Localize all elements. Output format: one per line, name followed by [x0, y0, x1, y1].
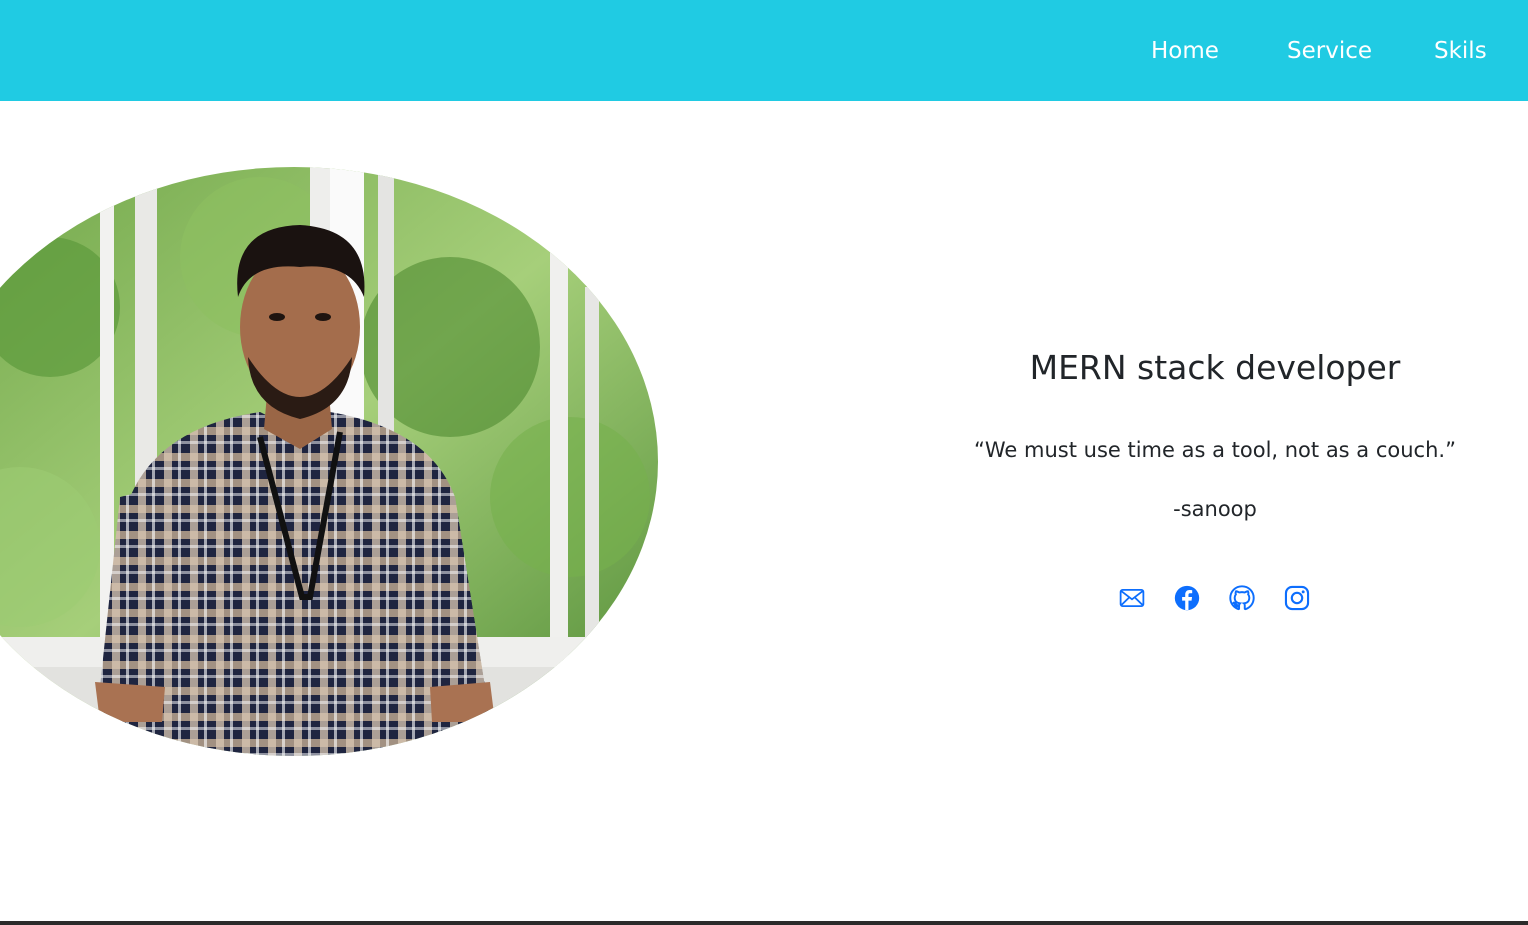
instagram-icon	[1284, 585, 1310, 611]
nav-link-skills[interactable]: Skils	[1434, 38, 1487, 64]
hero-author: -sanoop	[1173, 497, 1257, 521]
bottom-border	[0, 921, 1528, 925]
nav-link-home[interactable]: Home	[1151, 38, 1219, 64]
navbar: Home Service Skils	[0, 0, 1528, 101]
mail-link[interactable]	[1118, 584, 1146, 612]
github-icon	[1229, 585, 1255, 611]
github-link[interactable]	[1228, 584, 1256, 612]
nav-link-service[interactable]: Service	[1287, 38, 1372, 64]
facebook-icon	[1174, 585, 1200, 611]
instagram-link[interactable]	[1283, 584, 1311, 612]
profile-photo-illustration	[0, 167, 658, 756]
facebook-link[interactable]	[1173, 584, 1201, 612]
hero-quote: “We must use time as a tool, not as a co…	[974, 438, 1456, 462]
profile-photo	[0, 167, 658, 756]
hero-text: MERN stack developer “We must use time a…	[915, 345, 1515, 524]
social-links	[1118, 584, 1311, 616]
mail-icon	[1119, 588, 1145, 608]
hero-title: MERN stack developer	[1029, 348, 1401, 387]
